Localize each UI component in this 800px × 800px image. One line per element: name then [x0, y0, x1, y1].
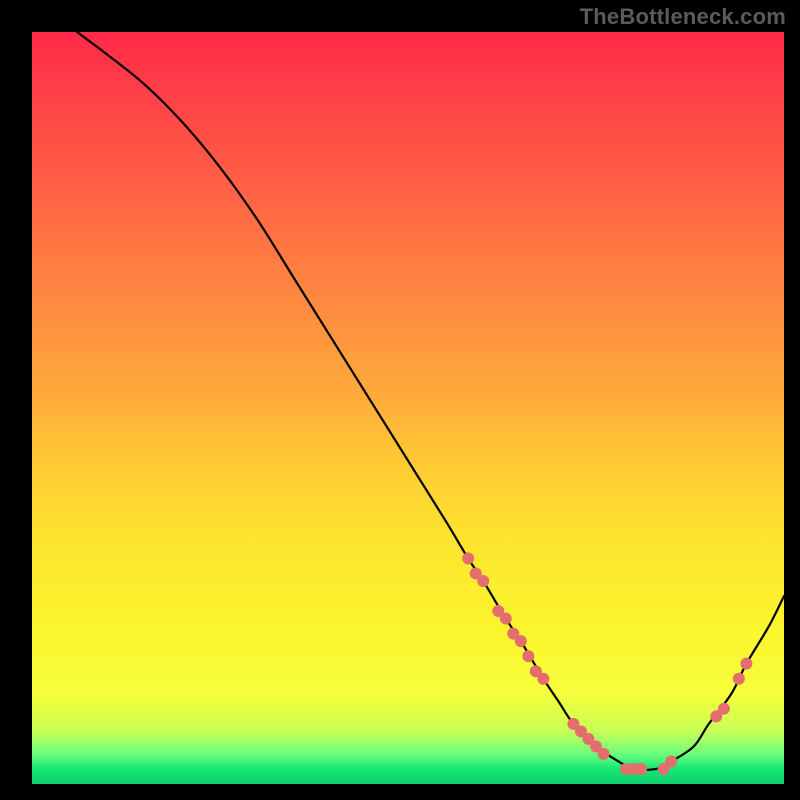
data-marker — [740, 658, 752, 670]
data-marker — [477, 575, 489, 587]
markers-group — [462, 552, 752, 775]
data-marker — [462, 552, 474, 564]
data-marker — [665, 755, 677, 767]
bottleneck-curve — [77, 32, 784, 770]
plot-area — [32, 32, 784, 784]
chart-svg — [32, 32, 784, 784]
data-marker — [522, 650, 534, 662]
data-marker — [718, 703, 730, 715]
data-marker — [515, 635, 527, 647]
data-marker — [537, 673, 549, 685]
data-marker — [635, 763, 647, 775]
data-marker — [733, 673, 745, 685]
data-marker — [500, 613, 512, 625]
watermark-text: TheBottleneck.com — [580, 4, 786, 30]
chart-container: TheBottleneck.com — [0, 0, 800, 800]
data-marker — [598, 748, 610, 760]
